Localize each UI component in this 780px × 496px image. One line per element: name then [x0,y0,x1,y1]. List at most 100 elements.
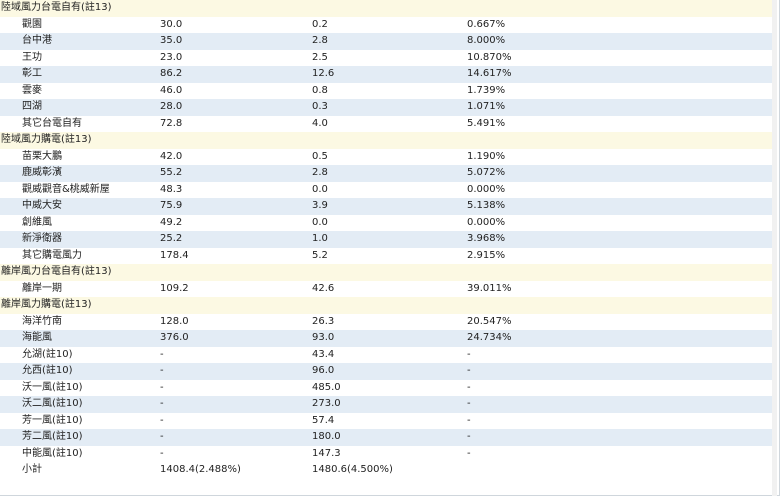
unit-name-cell: 芳二風(註10) [0,429,160,446]
unit-name-cell: 中威大安 [0,198,160,215]
table-row: 海洋竹南 128.0 26.3 20.547% [0,313,773,330]
ratio-cell: 0.000% [467,214,773,231]
ratio-cell: 2.915% [467,247,773,264]
ratio-cell: 3.968% [467,231,773,248]
subtotal-row: 小計 1408.4(2.488%) 1480.6(4.500%) [0,462,773,479]
output-cell: 1.0 [312,231,467,248]
table-row: 沃二風(註10) -273.0- [0,396,773,413]
table-row: 中能風(註10) -147.3- [0,445,773,462]
unit-name-cell: 王功 [0,49,160,66]
table-row: 觀威觀音&桃威新屋 48.3 0.0 0.000% [0,181,773,198]
output-cell: 0.2 [312,16,467,33]
table-row: 苗栗大鵬 42.0 0.5 1.190% [0,148,773,165]
ratio-cell: 0.667% [467,16,773,33]
table-row: 允湖(註10) -43.4- [0,346,773,363]
ratio-cell: 1.190% [467,148,773,165]
capacity-cell: 46.0 [160,82,312,99]
subtotal-capacity: 1408.4(2.488%) [160,462,312,479]
section-title: 陸域風力購電(註13) [0,132,773,149]
wind-power-table-body: 陸域風力台電自有(註13) 觀園 30.0 0.2 0.667% 台中港 35.0 2.8 8.… [0,0,773,479]
section-title: 離岸風力購電(註13) [0,297,773,314]
table-row: 海能風 376.0 93.0 24.734% [0,330,773,347]
output-cell: 3.9 [312,198,467,215]
output-cell: 26.3 [312,313,467,330]
table-row: 鹿威彰濱 55.2 2.8 5.072% [0,165,773,182]
unit-name-cell: 海能風 [0,330,160,347]
unit-name-cell: 苗栗大鵬 [0,148,160,165]
section-title: 離岸風力台電自有(註13) [0,264,773,281]
capacity-cell: 109.2 [160,280,312,297]
table-row: 中威大安 75.9 3.9 5.138% [0,198,773,215]
table-row: 雲麥 46.0 0.8 1.739% [0,82,773,99]
output-cell: 0.0 [312,181,467,198]
ratio-cell: 10.870% [467,49,773,66]
output-cell: 12.6 [312,66,467,83]
vertical-scrollbar[interactable] [772,0,777,496]
table-row: 其它台電自有 72.8 4.0 5.491% [0,115,773,132]
ratio-cell: - [467,429,773,446]
table-row: 其它購電風力 178.4 5.2 2.915% [0,247,773,264]
capacity-cell: - [160,379,312,396]
capacity-cell: 86.2 [160,66,312,83]
ratio-cell: 24.734% [467,330,773,347]
table-row: 彰工 86.2 12.6 14.617% [0,66,773,83]
unit-name-cell: 其它購電風力 [0,247,160,264]
subtotal-output: 1480.6(4.500%) [312,462,467,479]
table-row: 芳一風(註10) -57.4- [0,412,773,429]
output-cell: 57.4 [312,412,467,429]
subtotal-ratio [467,462,773,479]
output-cell: 180.0 [312,429,467,446]
output-cell: 96.0 [312,363,467,380]
capacity-cell: 35.0 [160,33,312,50]
output-cell: 43.4 [312,346,467,363]
output-cell: 147.3 [312,445,467,462]
output-cell: 4.0 [312,115,467,132]
unit-name-cell: 鹿威彰濱 [0,165,160,182]
capacity-cell: 48.3 [160,181,312,198]
ratio-cell: - [467,396,773,413]
unit-name-cell: 其它台電自有 [0,115,160,132]
ratio-cell: 8.000% [467,33,773,50]
capacity-cell: - [160,429,312,446]
capacity-cell: 42.0 [160,148,312,165]
unit-name-cell: 中能風(註10) [0,445,160,462]
unit-name-cell: 觀園 [0,16,160,33]
capacity-cell: 25.2 [160,231,312,248]
table-row: 新淨衛器 25.2 1.0 3.968% [0,231,773,248]
output-cell: 2.5 [312,49,467,66]
ratio-cell: - [467,363,773,380]
table-row: 離岸一期 109.2 42.6 39.011% [0,280,773,297]
output-cell: 273.0 [312,396,467,413]
capacity-cell: 49.2 [160,214,312,231]
output-cell: 42.6 [312,280,467,297]
section-header-row: 離岸風力購電(註13) [0,297,773,314]
power-table-frame: 陸域風力台電自有(註13) 觀園 30.0 0.2 0.667% 台中港 35.0 2.8 8.… [0,0,780,496]
capacity-cell: 376.0 [160,330,312,347]
table-row: 沃一風(註10) -485.0- [0,379,773,396]
table-row: 王功 23.0 2.5 10.870% [0,49,773,66]
unit-name-cell: 台中港 [0,33,160,50]
capacity-cell: 178.4 [160,247,312,264]
capacity-cell: - [160,412,312,429]
output-cell: 485.0 [312,379,467,396]
output-cell: 0.8 [312,82,467,99]
table-row: 觀園 30.0 0.2 0.667% [0,16,773,33]
table-row: 允西(註10) -96.0- [0,363,773,380]
unit-name-cell: 觀威觀音&桃威新屋 [0,181,160,198]
capacity-cell: 72.8 [160,115,312,132]
unit-name-cell: 芳一風(註10) [0,412,160,429]
ratio-cell: 14.617% [467,66,773,83]
unit-name-cell: 允湖(註10) [0,346,160,363]
table-row: 創維風 49.2 0.0 0.000% [0,214,773,231]
unit-name-cell: 沃一風(註10) [0,379,160,396]
ratio-cell: 39.011% [467,280,773,297]
unit-name-cell: 新淨衛器 [0,231,160,248]
capacity-cell: 128.0 [160,313,312,330]
ratio-cell: - [467,412,773,429]
ratio-cell: 0.000% [467,181,773,198]
ratio-cell: - [467,445,773,462]
capacity-cell: - [160,346,312,363]
capacity-cell: 55.2 [160,165,312,182]
capacity-cell: 28.0 [160,99,312,116]
output-cell: 2.8 [312,165,467,182]
